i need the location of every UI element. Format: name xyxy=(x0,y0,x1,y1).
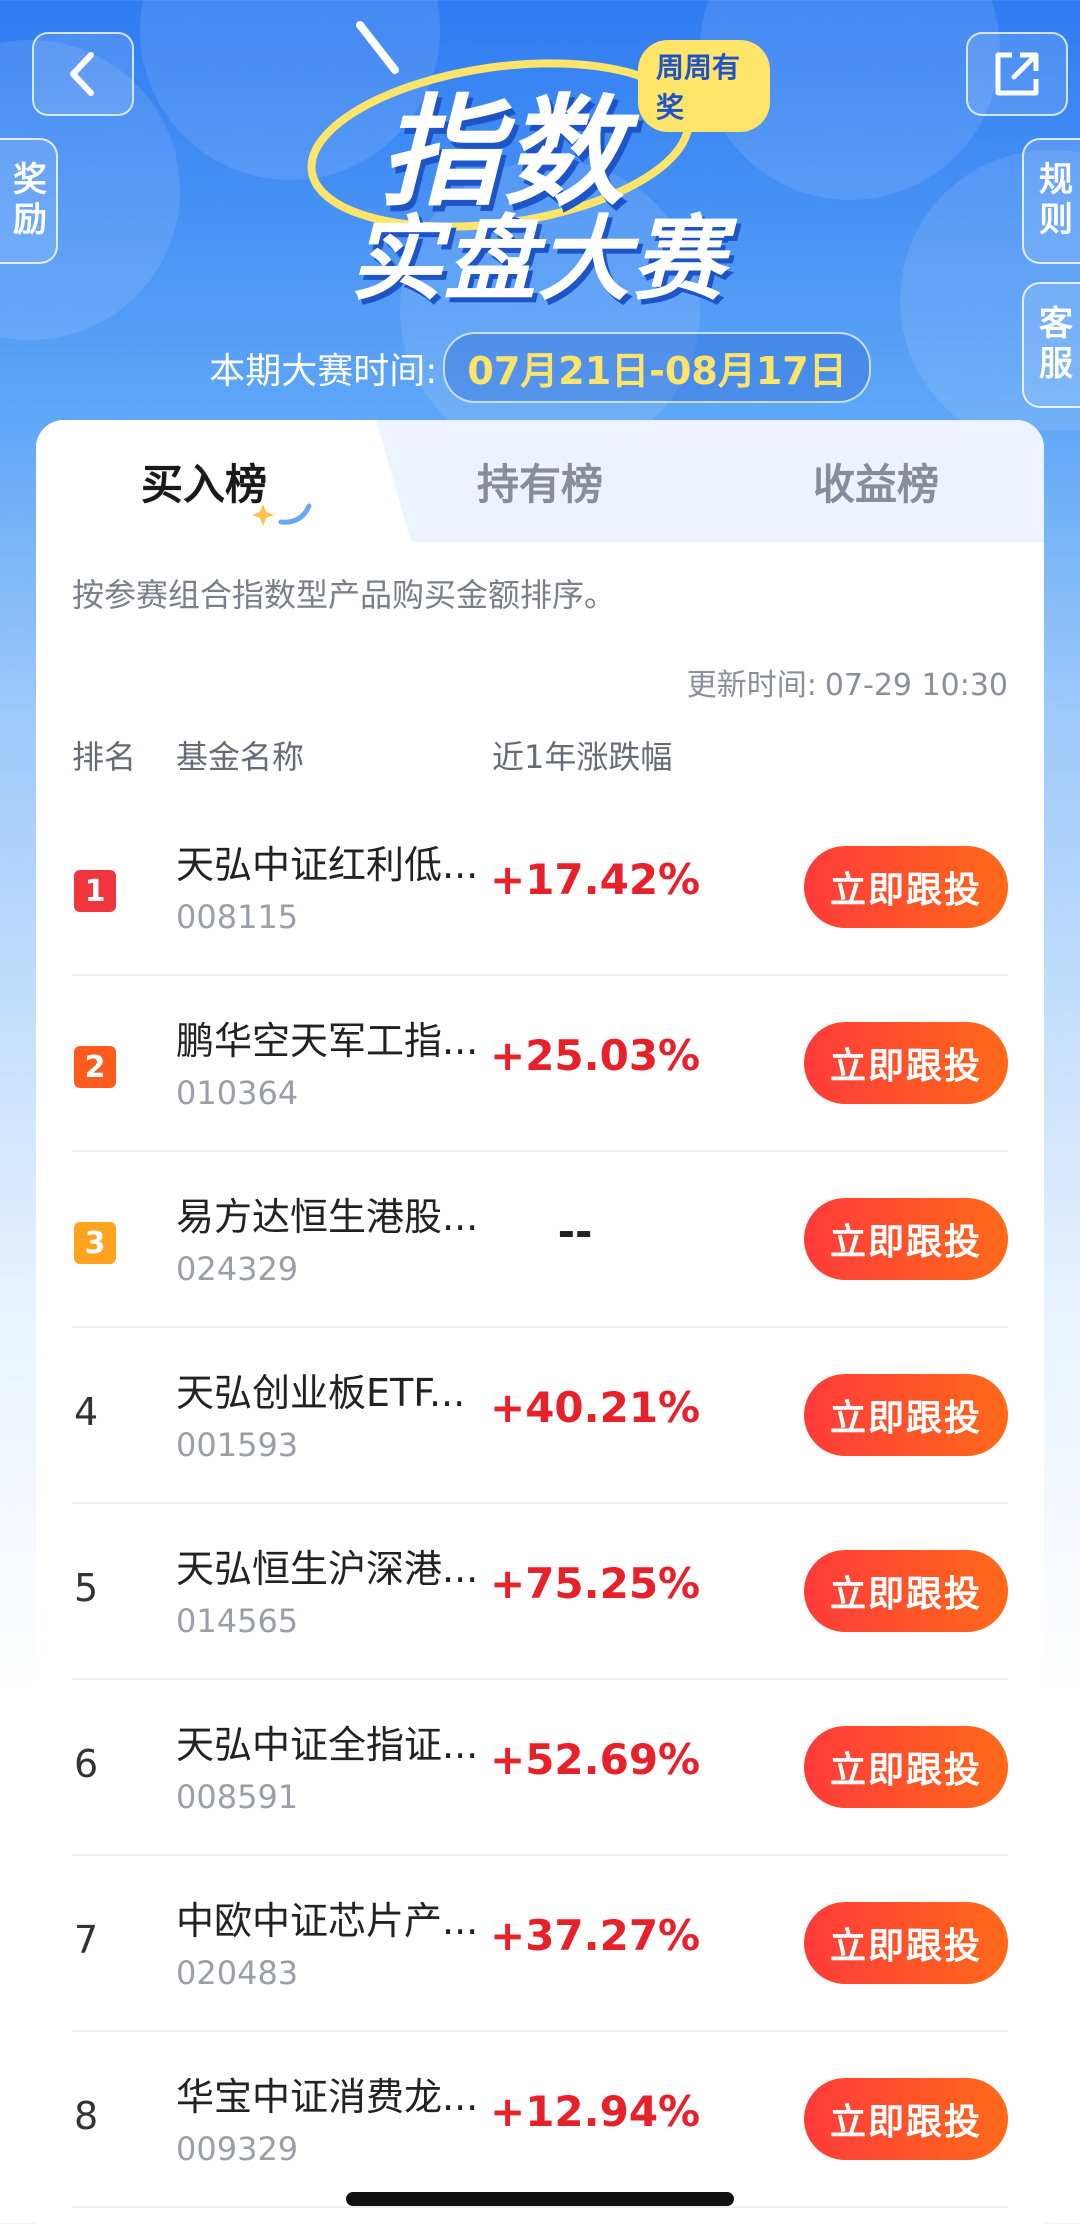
fund-1y-change: +37.27% xyxy=(490,1911,701,1960)
table-row[interactable]: 2 鹏华空天军工指... 010364 +25.03% 立即跟投 xyxy=(72,976,1008,1152)
fund-1y-change: +25.03% xyxy=(490,1031,701,1080)
table-row[interactable]: 7 中欧中证芯片产... 020483 +37.27% 立即跟投 xyxy=(72,1856,1008,2032)
table-header: 排名 基金名称 近1年涨跌幅 xyxy=(36,732,1044,782)
period-dates: 07月21日-08月17日 xyxy=(443,332,871,403)
fund-list: 1 天弘中证红利低... 008115 +17.42% 立即跟投 2 鹏华空天军工指... 0… xyxy=(36,800,1044,2208)
back-button[interactable] xyxy=(32,32,134,116)
table-row[interactable]: 1 天弘中证红利低... 008115 +17.42% 立即跟投 xyxy=(72,800,1008,976)
fund-1y-change: -- xyxy=(557,1207,593,1256)
follow-invest-button[interactable]: 立即跟投 xyxy=(804,1022,1008,1104)
table-row[interactable]: 5 天弘恒生沪深港... 014565 +75.25% 立即跟投 xyxy=(72,1504,1008,1680)
follow-invest-button[interactable]: 立即跟投 xyxy=(804,1902,1008,1984)
fund-name[interactable]: 天弘中证红利低... xyxy=(176,834,496,889)
update-value: 07-29 10:30 xyxy=(824,668,1008,703)
share-button[interactable] xyxy=(966,32,1068,116)
follow-invest-button[interactable]: 立即跟投 xyxy=(804,2078,1008,2160)
col-rank: 排名 xyxy=(72,738,137,776)
fund-code: 009329 xyxy=(176,2130,299,2168)
fund-1y-change: +40.21% xyxy=(490,1383,701,1432)
fund-name[interactable]: 天弘恒生沪深港... xyxy=(176,1538,496,1593)
rank-badge: 1 xyxy=(74,870,116,912)
fund-name[interactable]: 天弘创业板ETF... xyxy=(176,1362,496,1417)
follow-invest-button[interactable]: 立即跟投 xyxy=(804,1550,1008,1632)
rank-number: 5 xyxy=(74,1566,99,1610)
share-icon xyxy=(995,52,1039,96)
rules-side-tab[interactable]: 规则 xyxy=(1022,138,1080,264)
update-label: 更新时间: xyxy=(686,668,817,703)
fund-name[interactable]: 中欧中证芯片产... xyxy=(176,1890,496,1945)
fund-name[interactable]: 易方达恒生港股... xyxy=(176,1186,496,1241)
rank-number: 4 xyxy=(74,1390,99,1434)
follow-invest-button[interactable]: 立即跟投 xyxy=(804,1374,1008,1456)
col-name: 基金名称 xyxy=(176,738,305,776)
reward-side-tab[interactable]: 奖励 xyxy=(0,138,58,264)
col-change: 近1年涨跌幅 xyxy=(492,738,673,776)
follow-invest-button[interactable]: 立即跟投 xyxy=(804,1198,1008,1280)
fund-name[interactable]: 鹏华空天军工指... xyxy=(176,1010,496,1065)
table-row[interactable]: 4 天弘创业板ETF... 001593 +40.21% 立即跟投 xyxy=(72,1328,1008,1504)
table-row[interactable]: 3 易方达恒生港股... 024329 -- 立即跟投 xyxy=(72,1152,1008,1328)
fund-1y-change: +17.42% xyxy=(490,855,701,904)
follow-invest-button[interactable]: 立即跟投 xyxy=(804,1726,1008,1808)
home-indicator xyxy=(346,2192,734,2206)
rank-badge: 2 xyxy=(74,1046,116,1088)
fund-name[interactable]: 华宝中证消费龙... xyxy=(176,2066,496,2121)
fund-name[interactable]: 天弘中证全指证... xyxy=(176,1714,496,1769)
rank-number: 8 xyxy=(74,2094,99,2138)
sparkle-icon xyxy=(252,503,312,526)
contest-title: 指数 实盘大赛 周周有奖 xyxy=(300,15,770,315)
title-sub: 实盘大赛 xyxy=(350,206,727,313)
fund-code: 020483 xyxy=(176,1954,299,1992)
fund-1y-change: +75.25% xyxy=(490,1559,701,1608)
leaderboard-card: 买入榜 持有榜 收益榜 按参赛组合指数型产品购买金额排序。 更新时间: 07-29… xyxy=(36,420,1044,2224)
weekly-reward-badge: 周周有奖 xyxy=(638,40,770,132)
fund-1y-change: +12.94% xyxy=(490,2087,701,2136)
fund-1y-change: +52.69% xyxy=(490,1735,701,1784)
chevron-left-icon xyxy=(70,52,94,96)
fund-code: 008591 xyxy=(176,1778,299,1816)
ranking-description: 按参赛组合指数型产品购买金额排序。 xyxy=(72,576,617,614)
fund-code: 001593 xyxy=(176,1426,299,1464)
contest-period: 本期大赛时间: 07月21日-08月17日 xyxy=(0,332,1080,403)
period-label: 本期大赛时间: xyxy=(209,350,438,392)
rank-number: 6 xyxy=(74,1742,99,1786)
table-row[interactable]: 6 天弘中证全指证... 008591 +52.69% 立即跟投 xyxy=(72,1680,1008,1856)
fund-code: 010364 xyxy=(176,1074,299,1112)
rank-badge: 3 xyxy=(74,1222,116,1264)
leaderboard-tabs: 买入榜 持有榜 收益榜 xyxy=(36,420,1044,542)
follow-invest-button[interactable]: 立即跟投 xyxy=(804,846,1008,928)
update-time: 更新时间: 07-29 10:30 xyxy=(679,660,1008,704)
tab-hold[interactable]: 持有榜 xyxy=(372,420,708,542)
fund-code: 008115 xyxy=(176,898,299,936)
tab-profit[interactable]: 收益榜 xyxy=(708,420,1044,542)
fund-code: 024329 xyxy=(176,1250,299,1288)
table-row[interactable]: 8 华宝中证消费龙... 009329 +12.94% 立即跟投 xyxy=(72,2032,1008,2208)
fund-code: 014565 xyxy=(176,1602,299,1640)
rank-number: 7 xyxy=(74,1918,99,1962)
